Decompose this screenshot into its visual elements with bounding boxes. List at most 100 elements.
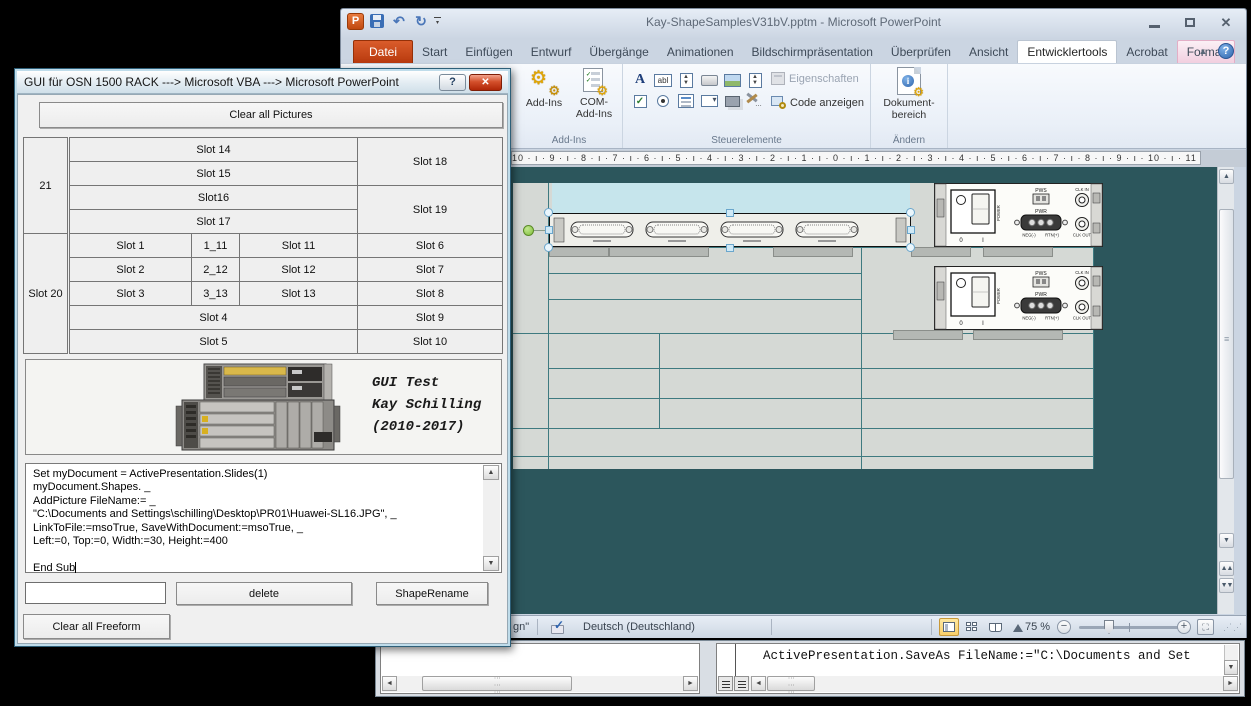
dialog-close-icon[interactable]: ✕ xyxy=(469,74,502,91)
title-bar[interactable]: P ↶ ↻ ▾ Kay-ShapeSamplesV31bV.pptm - Mic… xyxy=(341,9,1246,39)
addins-button[interactable]: ⚙⚙ Add-Ins xyxy=(520,67,568,131)
tab-datei[interactable]: Datei xyxy=(353,40,413,63)
slot-button[interactable]: Slot 7 xyxy=(357,257,503,282)
vba-project-panel[interactable]: ◄ ► xyxy=(380,643,700,694)
dialog-help-icon[interactable]: ? xyxy=(439,74,466,91)
selected-connector-shape[interactable] xyxy=(549,213,911,247)
tab-ueberpruefen[interactable]: Überprüfen xyxy=(882,41,960,63)
selection-handle-edge[interactable] xyxy=(907,226,915,234)
zoom-level[interactable]: 75 % xyxy=(1025,621,1050,633)
tab-start[interactable]: Start xyxy=(413,41,456,63)
slide-sorter-icon[interactable] xyxy=(962,618,982,636)
togglebutton-control-icon[interactable] xyxy=(721,91,743,111)
view-code-button[interactable]: Code anzeigen xyxy=(771,96,864,109)
document-panel-button[interactable]: i⚙ Dokument-bereich xyxy=(885,67,933,131)
scroll-up-icon[interactable]: ▲ xyxy=(1219,169,1234,184)
slot-button[interactable]: Slot 15 xyxy=(69,161,358,186)
scrollbar-thumb[interactable] xyxy=(767,676,815,691)
slot-button[interactable]: Slot 10 xyxy=(357,329,503,354)
scroll-down-icon[interactable]: ▼ xyxy=(1219,533,1234,548)
slot-button[interactable]: Slot 11 xyxy=(239,233,358,258)
undo-icon[interactable]: ↶ xyxy=(390,12,408,30)
zoom-slider-thumb[interactable] xyxy=(1104,620,1114,634)
scroll-down-icon[interactable]: ▼ xyxy=(483,556,499,571)
slot-button[interactable]: 2_12 xyxy=(191,257,240,282)
zoom-slider-track[interactable] xyxy=(1079,626,1181,629)
slide-vertical-scrollbar[interactable]: ▲ ▼ ▲▲ ▼▼ xyxy=(1217,167,1234,614)
scroll-down-icon[interactable]: ▼ xyxy=(1224,660,1238,675)
selection-handle-edge[interactable] xyxy=(726,209,734,217)
slot-button[interactable]: Slot 5 xyxy=(69,329,358,354)
commandbutton-control-icon[interactable] xyxy=(698,70,720,90)
vba-code-panel[interactable]: ActivePresentation.SaveAs FileName:="C:\… xyxy=(716,643,1240,694)
slot-button[interactable]: Slot16 xyxy=(69,185,358,210)
checkbox-control-icon[interactable]: ✓ xyxy=(629,91,651,111)
rotation-handle[interactable] xyxy=(523,225,534,236)
power-module-1[interactable]: 0 I POWER PWS PWR NEG(-) RTN(+) CLK IN xyxy=(934,183,1103,247)
spellcheck-icon[interactable]: ✓ xyxy=(551,620,566,634)
vba-code-hscrollbar[interactable]: ◄ ► xyxy=(718,676,1238,692)
tab-einfuegen[interactable]: Einfügen xyxy=(456,41,521,63)
slot-button[interactable]: Slot 4 xyxy=(69,305,358,330)
scroll-right-icon[interactable]: ► xyxy=(683,676,698,691)
tab-bildschirmpraesentation[interactable]: Bildschirmpräsentation xyxy=(743,41,882,63)
scroll-right-icon[interactable]: ► xyxy=(1223,676,1238,691)
theme-name-fragment[interactable]: gn" xyxy=(513,621,529,633)
restore-icon[interactable] xyxy=(1180,15,1200,30)
redo-icon[interactable]: ↻ xyxy=(412,12,430,30)
tab-entwicklertools[interactable]: Entwicklertools xyxy=(1017,40,1117,63)
combobox-control-icon[interactable] xyxy=(698,91,720,111)
slot-button[interactable]: 21 xyxy=(23,137,68,234)
resize-grip[interactable]: ⋰⋰ xyxy=(1223,622,1243,633)
slot-button[interactable]: Slot 14 xyxy=(69,137,358,162)
slot-button[interactable]: Slot 19 xyxy=(357,185,503,234)
reading-view-icon[interactable] xyxy=(985,618,1005,636)
slot-button[interactable]: Slot 18 xyxy=(357,137,503,186)
slot-button[interactable]: 1_11 xyxy=(191,233,240,258)
power-module-2[interactable]: 0 I POWER PWS PWR NEG(-) RTN(+) CLK IN xyxy=(934,266,1103,330)
save-icon[interactable] xyxy=(368,12,386,30)
selection-handle-corner[interactable] xyxy=(544,243,553,252)
zoom-out-icon[interactable]: − xyxy=(1057,620,1071,634)
shape-rename-button[interactable]: ShapeRename xyxy=(376,582,488,605)
full-module-view-icon[interactable] xyxy=(734,676,749,691)
powerpoint-logo-icon[interactable]: P xyxy=(347,13,364,30)
next-slide-icon[interactable]: ▼▼ xyxy=(1219,578,1234,593)
label-control-icon[interactable]: A xyxy=(629,70,651,90)
slot-button[interactable]: Slot 13 xyxy=(239,281,358,306)
normal-view-icon[interactable] xyxy=(939,618,959,636)
selection-handle-corner[interactable] xyxy=(906,243,915,252)
scroll-left-icon[interactable]: ◄ xyxy=(751,676,766,691)
horizontal-ruler[interactable]: 10 · ı · 9 · ı · 8 · ı · 7 · ı · 6 · ı ·… xyxy=(511,151,1201,165)
collapse-ribbon-icon[interactable]: ▲ xyxy=(1196,44,1210,58)
tab-animationen[interactable]: Animationen xyxy=(658,41,743,63)
vba-code-line[interactable]: ActivePresentation.SaveAs FileName:="C:\… xyxy=(763,649,1191,663)
selection-handle-corner[interactable] xyxy=(906,208,915,217)
group-label-change[interactable]: Ändern xyxy=(871,135,947,146)
com-addins-button[interactable]: ✓✓ ⚙ COM-Add-Ins xyxy=(570,67,618,131)
more-controls-icon[interactable]: … xyxy=(744,91,760,105)
slot-button[interactable]: Slot 20 xyxy=(23,233,68,354)
previous-slide-icon[interactable]: ▲▲ xyxy=(1219,561,1234,576)
delete-button[interactable]: delete xyxy=(176,582,352,605)
tab-acrobat[interactable]: Acrobat xyxy=(1117,41,1176,63)
textbox-control-icon[interactable]: abl xyxy=(652,70,674,90)
group-label-addins[interactable]: Add-Ins xyxy=(516,135,622,146)
vba-left-hscrollbar[interactable]: ◄ ► xyxy=(382,676,698,692)
scrollbar-thumb[interactable] xyxy=(1219,209,1234,479)
shape-name-input[interactable] xyxy=(25,582,166,604)
group-label-controls[interactable]: Steuerelemente xyxy=(623,135,870,146)
vba-code-textarea[interactable]: Set myDocument = ActivePresentation.Slid… xyxy=(25,463,502,573)
dialog-title-bar[interactable]: GUI für OSN 1500 RACK ---> Microsoft VBA… xyxy=(17,71,508,94)
customize-qat-icon[interactable]: ▾ xyxy=(434,17,441,26)
minimize-icon[interactable] xyxy=(1144,15,1164,30)
zoom-in-icon[interactable]: + xyxy=(1177,620,1191,634)
scrollbar-control-icon[interactable]: ▲▼ xyxy=(744,70,766,90)
fit-slide-to-window-icon[interactable]: ⛶ xyxy=(1197,619,1214,635)
code-scrollbar[interactable]: ▲ ▼ xyxy=(483,465,500,571)
optionbutton-control-icon[interactable] xyxy=(652,91,674,111)
slot-button[interactable]: Slot 2 xyxy=(69,257,192,282)
slot-button[interactable]: Slot 17 xyxy=(69,209,358,234)
slot-button[interactable]: Slot 3 xyxy=(69,281,192,306)
selection-handle-edge[interactable] xyxy=(726,244,734,252)
